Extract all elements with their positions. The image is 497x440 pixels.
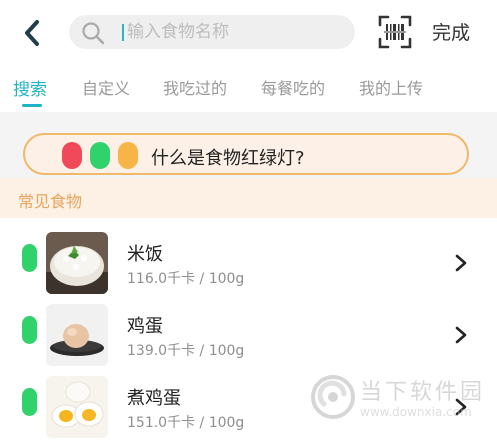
tab-custom[interactable]: 自定义 xyxy=(82,75,130,99)
watermark-title: 当下软件园 xyxy=(360,380,486,405)
food-name: 米饭 xyxy=(127,244,163,265)
watermark-logo-icon xyxy=(311,375,355,419)
tab-eaten[interactable]: 我吃过的 xyxy=(163,75,227,99)
barcode-scan-icon[interactable] xyxy=(377,14,413,50)
tab-bar: 搜索 自定义 我吃过的 每餐吃的 我的上传 xyxy=(0,64,497,112)
food-name: 煮鸡蛋 xyxy=(127,388,181,409)
active-tab-indicator xyxy=(22,104,42,107)
chevron-right-icon xyxy=(455,326,467,344)
yellow-light-icon xyxy=(118,142,138,169)
green-light-indicator xyxy=(22,316,37,344)
search-bar[interactable] xyxy=(69,15,355,49)
red-light-icon xyxy=(62,142,82,169)
tab-my-uploads[interactable]: 我的上传 xyxy=(359,75,423,99)
food-calories: 151.0千卡 / 100g xyxy=(127,415,245,431)
green-light-icon xyxy=(90,142,110,169)
banner-text: 什么是食物红绿灯? xyxy=(151,148,305,169)
food-traffic-light-banner[interactable]: 什么是食物红绿灯? xyxy=(23,133,469,175)
tab-search[interactable]: 搜索 xyxy=(13,75,47,100)
section-header: 常见食物 xyxy=(0,178,497,218)
search-input[interactable] xyxy=(121,15,352,49)
section-title: 常见食物 xyxy=(18,192,83,211)
food-calories: 116.0千卡 / 100g xyxy=(127,271,245,287)
rice-image xyxy=(46,232,108,294)
food-item[interactable]: 鸡蛋 139.0千卡 / 100g xyxy=(0,290,497,366)
food-item[interactable]: 米饭 116.0千卡 / 100g xyxy=(0,218,497,294)
watermark-url: www.downxia.com xyxy=(360,405,472,419)
boiled-egg-image xyxy=(46,376,108,438)
chevron-right-icon xyxy=(455,254,467,272)
back-chevron-icon[interactable] xyxy=(18,18,48,48)
tab-every-meal[interactable]: 每餐吃的 xyxy=(261,75,325,99)
watermark: 当下软件园 www.downxia.com xyxy=(308,370,497,440)
food-name: 鸡蛋 xyxy=(127,316,163,337)
food-calories: 139.0千卡 / 100g xyxy=(127,343,245,359)
top-bar: 完成 xyxy=(0,0,497,64)
search-icon xyxy=(82,22,105,45)
green-light-indicator xyxy=(22,388,37,416)
egg-image xyxy=(46,304,108,366)
done-button[interactable]: 完成 xyxy=(432,18,470,45)
green-light-indicator xyxy=(22,244,37,272)
